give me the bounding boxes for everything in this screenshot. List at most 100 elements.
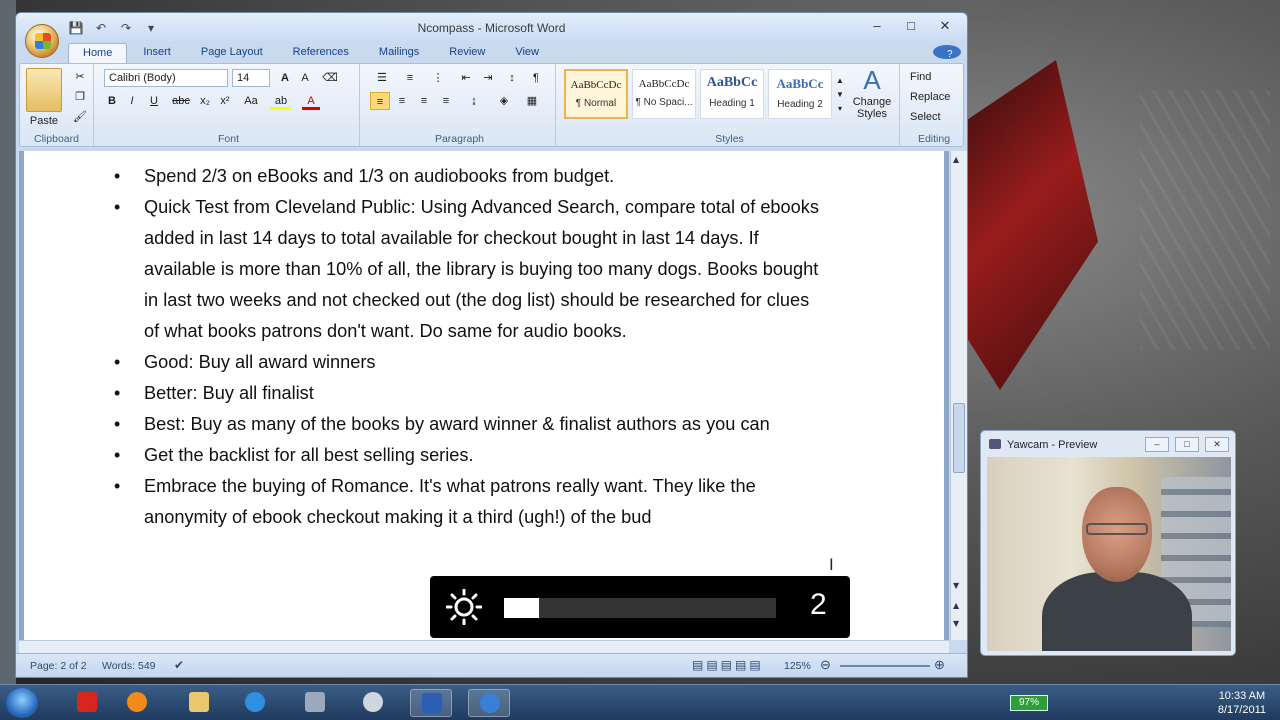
tab-review[interactable]: Review xyxy=(435,43,499,63)
zoom-slider[interactable] xyxy=(840,665,930,667)
list-item[interactable]: Quick Test from Cleveland Public: Using … xyxy=(109,192,829,347)
paste-label[interactable]: Paste xyxy=(20,112,68,130)
show-marks-icon[interactable]: ¶ xyxy=(526,69,546,87)
shading-icon[interactable]: ◈ xyxy=(492,92,516,110)
copy-icon[interactable]: ❐ xyxy=(72,88,88,106)
tab-insert[interactable]: Insert xyxy=(129,43,185,63)
shrink-font-icon[interactable]: A xyxy=(296,69,314,87)
change-styles-button[interactable]: Change Styles xyxy=(848,96,896,122)
zoom-level[interactable]: 125% xyxy=(784,660,811,672)
vertical-scrollbar[interactable]: ▲ ▼ ▲ ▼ xyxy=(950,151,967,640)
style-no-spacing[interactable]: AaBbCcDc ¶ No Spaci... xyxy=(632,69,696,119)
numbering-icon[interactable]: ≡ xyxy=(398,69,422,87)
underline-icon[interactable]: U xyxy=(144,92,164,110)
cut-icon[interactable]: ✂ xyxy=(72,68,88,86)
yawcam-maximize-button[interactable]: □ xyxy=(1175,437,1199,452)
tab-references[interactable]: References xyxy=(279,43,363,63)
change-case-icon[interactable]: Aa xyxy=(240,92,262,110)
taskbar-internet-explorer[interactable] xyxy=(234,689,276,717)
proofing-icon[interactable]: ✔ xyxy=(174,658,184,672)
style-normal[interactable]: AaBbCcDc ¶ Normal xyxy=(564,69,628,119)
paste-icon[interactable] xyxy=(26,68,62,112)
style-name: ¶ Normal xyxy=(575,98,617,109)
subscript-icon[interactable]: x₂ xyxy=(196,92,214,110)
align-center-icon[interactable]: ≡ xyxy=(392,92,412,110)
list-item[interactable]: Spend 2/3 on eBooks and 1/3 on audiobook… xyxy=(109,161,829,192)
taskbar-explorer[interactable] xyxy=(178,689,220,717)
borders-icon[interactable]: ▦ xyxy=(520,92,544,110)
align-left-icon[interactable]: ≡ xyxy=(370,92,390,110)
editing-group: Find Replace Select Editing xyxy=(904,64,964,146)
italic-icon[interactable]: I xyxy=(124,92,140,110)
taskbar-yawcam[interactable] xyxy=(468,689,510,717)
strikethrough-icon[interactable]: abc xyxy=(170,92,192,110)
view-buttons-icon[interactable]: ▤▤▤▤▤ xyxy=(692,658,764,672)
decrease-indent-icon[interactable]: ⇤ xyxy=(456,69,476,87)
styles-group: AaBbCcDc ¶ Normal AaBbCcDc ¶ No Spaci...… xyxy=(560,64,900,146)
multilevel-list-icon[interactable]: ⋮ xyxy=(426,69,450,87)
bullets-icon[interactable]: ☰ xyxy=(370,69,394,87)
line-spacing-icon[interactable]: ↨ xyxy=(462,92,486,110)
taskbar: 97% 10:33 AM 8/17/2011 xyxy=(0,684,1280,720)
yawcam-title: Yawcam - Preview xyxy=(1007,439,1098,451)
list-item[interactable]: Better: Buy all finalist xyxy=(109,378,829,409)
bold-icon[interactable]: B xyxy=(104,92,120,110)
minimize-button[interactable]: – xyxy=(861,17,893,35)
scroll-down-icon[interactable]: ▼ xyxy=(953,581,959,590)
style-heading-2[interactable]: AaBbCc Heading 2 xyxy=(768,69,832,119)
styles-scroll-icon[interactable]: ▲ ▼ ▾ xyxy=(834,74,846,118)
font-color-icon[interactable]: A xyxy=(302,92,320,110)
sort-icon[interactable]: ↕ xyxy=(502,69,522,87)
prev-page-icon[interactable]: ▲ xyxy=(953,601,959,610)
yawcam-minimize-button[interactable]: – xyxy=(1145,437,1169,452)
document-page[interactable]: Spend 2/3 on eBooks and 1/3 on audiobook… xyxy=(24,151,944,640)
align-right-icon[interactable]: ≡ xyxy=(414,92,434,110)
yawcam-close-button[interactable]: ✕ xyxy=(1205,437,1229,452)
font-size-select[interactable]: 14 xyxy=(232,69,270,87)
grow-font-icon[interactable]: A xyxy=(276,69,294,87)
format-painter-icon[interactable]: 🖌 xyxy=(72,108,88,126)
justify-icon[interactable]: ≡ xyxy=(436,92,456,110)
tab-home[interactable]: Home xyxy=(68,43,128,63)
tab-view[interactable]: View xyxy=(501,43,553,63)
taskbar-dvd[interactable] xyxy=(352,689,394,717)
maximize-button[interactable]: □ xyxy=(895,17,927,35)
tab-mailings[interactable]: Mailings xyxy=(365,43,433,63)
office-button[interactable] xyxy=(25,24,59,58)
close-button[interactable]: ✕ xyxy=(929,17,961,35)
tab-page-layout[interactable]: Page Layout xyxy=(187,43,277,63)
taskbar-media-player[interactable] xyxy=(116,689,158,717)
change-styles-icon[interactable]: A xyxy=(850,64,894,96)
find-button[interactable]: Find xyxy=(910,68,962,86)
list-item[interactable]: Good: Buy all award winners xyxy=(109,347,829,378)
taskbar-app-5[interactable] xyxy=(294,689,336,717)
next-page-icon[interactable]: ▼ xyxy=(953,619,959,628)
window-title: Ncompass - Microsoft Word xyxy=(417,21,566,35)
help-icon[interactable]: ? xyxy=(933,45,961,60)
list-item[interactable]: Get the backlist for all best selling se… xyxy=(109,440,829,471)
taskbar-word[interactable] xyxy=(410,689,452,717)
clock[interactable]: 10:33 AM 8/17/2011 xyxy=(1218,689,1266,717)
scroll-up-icon[interactable]: ▲ xyxy=(953,155,959,164)
battery-indicator[interactable]: 97% xyxy=(1010,695,1048,711)
document-area: Spend 2/3 on eBooks and 1/3 on audiobook… xyxy=(19,151,949,640)
zoom-in-icon[interactable]: ⊕ xyxy=(934,657,945,673)
superscript-icon[interactable]: x² xyxy=(216,92,234,110)
taskbar-app-1[interactable] xyxy=(66,689,108,717)
list-item[interactable]: Best: Buy as many of the books by award … xyxy=(109,409,829,440)
font-family-select[interactable]: Calibri (Body) xyxy=(104,69,228,87)
select-button[interactable]: Select xyxy=(910,108,962,126)
page-count[interactable]: Page: 2 of 2 xyxy=(30,660,87,672)
style-name: ¶ No Spaci... xyxy=(635,97,693,108)
start-button[interactable] xyxy=(6,688,38,718)
word-count[interactable]: Words: 549 xyxy=(102,660,156,672)
replace-button[interactable]: Replace xyxy=(910,88,962,106)
zoom-out-icon[interactable]: ⊖ xyxy=(820,657,831,673)
list-item[interactable]: Embrace the buying of Romance. It's what… xyxy=(109,471,829,533)
clear-formatting-icon[interactable]: ⌫ xyxy=(320,69,340,87)
highlight-icon[interactable]: ab xyxy=(270,92,292,110)
scroll-thumb[interactable] xyxy=(953,403,965,473)
horizontal-scrollbar[interactable] xyxy=(19,640,949,654)
style-heading-1[interactable]: AaBbCc Heading 1 xyxy=(700,69,764,119)
increase-indent-icon[interactable]: ⇥ xyxy=(478,69,498,87)
